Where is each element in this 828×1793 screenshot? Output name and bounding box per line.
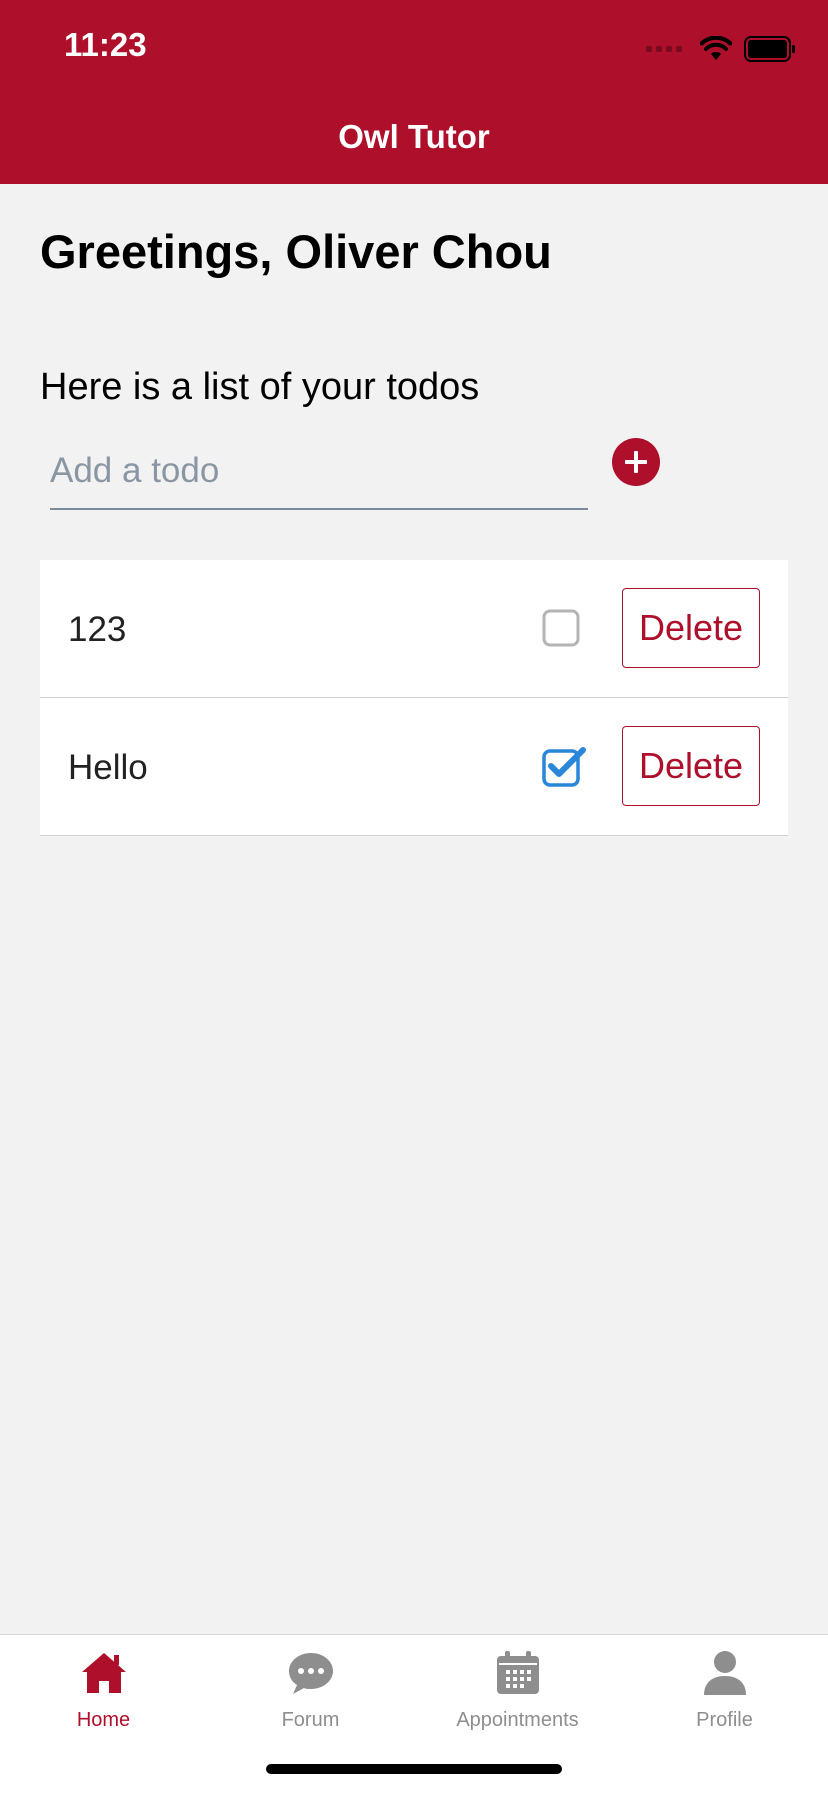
delete-todo-button[interactable]: Delete [622,588,760,668]
status-time: 11:23 [64,26,147,63]
home-icon [82,1653,126,1693]
wifi-icon [700,36,732,60]
todo-list-subtitle: Here is a list of your todos [40,366,480,408]
tab-forum[interactable]: Forum [207,1635,414,1745]
tab-label: Appointments [456,1709,579,1731]
home-indicator [266,1764,562,1774]
todo-text: Hello [68,748,148,787]
tab-home[interactable]: Home [0,1635,207,1745]
battery-icon [744,36,795,62]
plus-icon [625,451,647,473]
tab-appointments[interactable]: Appointments [414,1635,621,1745]
delete-todo-button[interactable]: Delete [622,726,760,806]
todo-list: 123 Delete Hello Delete [40,560,788,836]
todo-text: 123 [68,610,127,649]
add-todo-input[interactable] [50,440,588,510]
app-header: 11:23 Owl Tutor [0,0,828,184]
user-icon [704,1651,746,1695]
chat-bubble-icon [289,1653,333,1694]
tab-label: Profile [696,1709,753,1731]
cellular-signal-icon [646,46,682,52]
checkbox-checked-icon [542,747,586,787]
tab-profile[interactable]: Profile [621,1635,828,1745]
todo-item: Hello Delete [40,698,788,836]
todo-item: 123 Delete [40,560,788,698]
todo-checkbox-checked[interactable] [541,746,586,787]
tab-label: Forum [281,1709,340,1731]
header-title: Owl Tutor [338,118,490,155]
todo-checkbox-unchecked[interactable] [541,608,581,648]
add-todo-button[interactable] [612,438,660,486]
status-icons [646,34,796,64]
tab-label: Home [76,1709,131,1731]
greeting-heading: Greetings, Oliver Chou [40,225,552,278]
calendar-icon [497,1651,539,1694]
checkbox-empty-icon [542,609,580,647]
